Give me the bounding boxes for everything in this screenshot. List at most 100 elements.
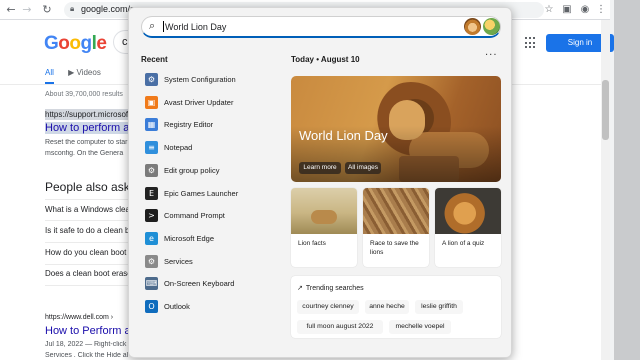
avast-icon: ▣ (145, 95, 158, 109)
card-race-to-save[interactable]: Race to save the lions (363, 188, 429, 267)
paa-question[interactable]: Does a clean boot erase (45, 269, 129, 278)
menu-icon[interactable]: ⋮ (594, 3, 608, 17)
recent-item[interactable]: ⚙ Edit group policy (137, 161, 273, 181)
recent-item[interactable]: ▣ Avast Driver Updater (137, 93, 273, 113)
more-options-icon[interactable]: ··· (485, 50, 498, 61)
recent-item[interactable]: > Command Prompt (137, 206, 273, 226)
trending-item[interactable]: anne heche (365, 300, 409, 314)
result-snippet: Services . Click the Hide al (45, 352, 129, 359)
all-images-button[interactable]: All images (345, 162, 381, 174)
trending-item[interactable]: full moon august 2022 (297, 320, 383, 334)
hero-title: World Lion Day (299, 128, 388, 143)
recent-item[interactable]: ⚙ Services (137, 252, 273, 272)
window-frame (614, 0, 640, 360)
trending-searches: ↗ Trending searches courtney clenney anne… (291, 276, 501, 338)
recent-item-label: Microsoft Edge (164, 233, 215, 243)
profile-icon[interactable]: ◉ (578, 3, 592, 17)
recent-item-label: On-Screen Keyboard (164, 279, 235, 289)
sidebar-icon[interactable]: ▣ (560, 3, 574, 17)
result-url[interactable]: https://support.microsoft.co (45, 109, 129, 120)
page-scrollbar[interactable] (601, 20, 610, 360)
result-snippet: msconfig. On the Genera (45, 150, 124, 157)
google-logo[interactable]: Google (44, 33, 107, 55)
card-image (291, 188, 357, 234)
recent-item-label: Epic Games Launcher (164, 188, 239, 198)
hero-card[interactable]: World Lion Day Learn more All images (291, 76, 501, 182)
keyboard-icon: ⌨ (145, 277, 158, 291)
google-apps-icon[interactable] (525, 37, 537, 49)
trending-item[interactable]: leslie griffith (415, 300, 463, 314)
card-caption: Race to save the lions (370, 240, 419, 256)
forward-icon[interactable]: → (20, 3, 34, 17)
recent-item-label: Outlook (164, 302, 190, 311)
results-count: About 39,700,000 results (45, 91, 123, 98)
result-snippet: Jul 18, 2022 — Right-click (45, 341, 127, 348)
divider (45, 199, 129, 200)
system-config-icon: ⚙ (145, 73, 158, 86)
trending-item[interactable]: mechelle voepel (389, 320, 451, 334)
recent-item-label: Avast Driver Updater (164, 97, 234, 107)
registry-icon: ▦ (145, 118, 158, 132)
paa-question[interactable]: How do you clean boot (45, 248, 129, 257)
outlook-icon: O (145, 300, 158, 313)
search-query: World Lion Day (165, 22, 227, 32)
recent-item[interactable]: e Microsoft Edge (137, 229, 273, 249)
divider (45, 264, 129, 265)
card-lion-quiz[interactable]: A lion of a quiz (435, 188, 501, 267)
notepad-icon: ≡ (145, 141, 158, 155)
start-search-box[interactable]: ⌕ World Lion Day (141, 16, 501, 38)
result-title[interactable]: How to perform a c (45, 122, 129, 134)
recent-item-label: System Configuration (164, 75, 236, 84)
reload-icon[interactable]: ↻ (40, 3, 54, 17)
divider (45, 285, 129, 286)
people-also-ask-heading: People also ask (45, 180, 130, 194)
recent-item[interactable]: ▦ Registry Editor (137, 115, 273, 135)
tab-videos[interactable]: ▶︎ Videos (68, 68, 101, 77)
recent-item-label: Services (164, 256, 193, 266)
recent-item-label: Command Prompt (164, 211, 225, 221)
recent-item-label: Registry Editor (164, 120, 214, 130)
result-snippet: Reset the computer to star (45, 139, 128, 146)
paa-question[interactable]: What is a Windows clea (45, 205, 129, 214)
search-highlight-icon[interactable] (483, 18, 500, 35)
recent-item[interactable]: O Outlook (137, 297, 273, 317)
lock-icon: 🔒︎ (70, 4, 75, 13)
trending-heading: ↗ Trending searches (297, 284, 364, 292)
card-caption: Lion facts (298, 240, 326, 247)
card-image (435, 188, 501, 234)
paa-question[interactable]: Is it safe to do a clean b (45, 226, 129, 235)
recent-heading: Recent (141, 55, 168, 64)
today-column: Today • August 10 ··· World Lion Day Lea… (279, 44, 511, 357)
learn-more-button[interactable]: Learn more (299, 162, 341, 174)
edge-icon: e (145, 231, 158, 245)
back-icon[interactable]: ← (4, 3, 18, 17)
star-icon[interactable]: ☆ (542, 3, 556, 17)
recent-item-label: Edit group policy (164, 165, 220, 175)
trending-item[interactable]: courtney clenney (297, 300, 359, 314)
card-caption: A lion of a quiz (442, 240, 485, 247)
tab-all[interactable]: All (45, 68, 54, 84)
result-url[interactable]: https://www.dell.com › (45, 314, 113, 321)
card-image (363, 188, 429, 234)
result-title[interactable]: How to Perform a C (45, 325, 129, 337)
divider (45, 220, 129, 221)
text-cursor (163, 21, 164, 32)
recent-item[interactable]: E Epic Games Launcher (137, 184, 273, 204)
search-icon: ⌕ (149, 19, 156, 32)
search-tabs: All ▶︎ Videos (45, 68, 113, 84)
start-search-panel: ⌕ World Lion Day Recent ⚙ System Configur… (128, 7, 512, 358)
recent-item[interactable]: ⌨ On-Screen Keyboard (137, 274, 273, 294)
gear-icon: ⚙ (145, 163, 158, 177)
recent-item-label: Notepad (164, 143, 193, 153)
trending-icon: ↗ (297, 284, 303, 292)
search-highlight-icon[interactable] (464, 18, 481, 35)
cmd-icon: > (145, 209, 158, 223)
card-lion-facts[interactable]: Lion facts (291, 188, 357, 267)
epic-icon: E (145, 186, 158, 200)
divider (45, 242, 129, 243)
scrollbar-thumb[interactable] (602, 80, 609, 140)
today-heading: Today • August 10 (291, 55, 360, 64)
recent-item[interactable]: ⚙ System Configuration (137, 70, 273, 90)
recent-item[interactable]: ≡ Notepad (137, 138, 273, 158)
recent-column: Recent ⚙ System Configuration ▣ Avast Drive… (129, 44, 279, 357)
